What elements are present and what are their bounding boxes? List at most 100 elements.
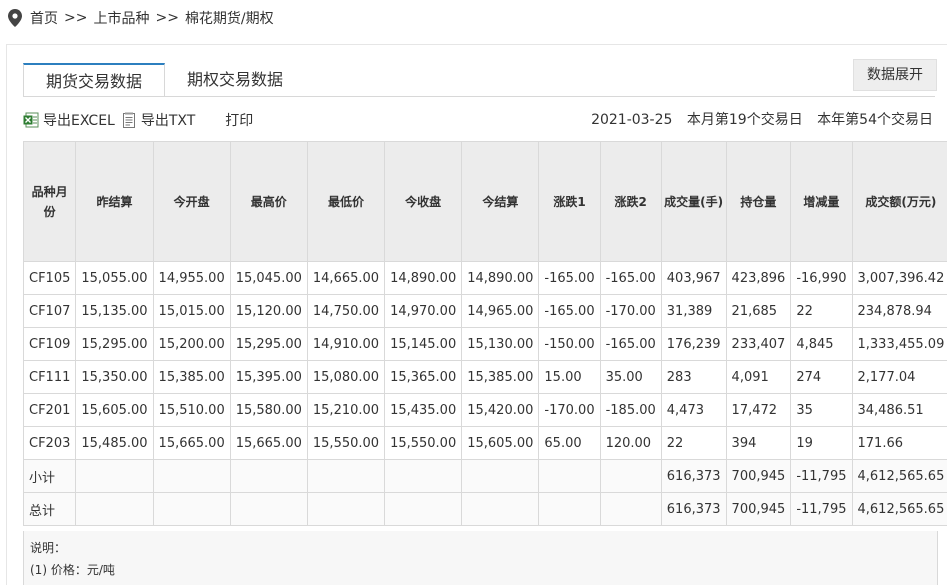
table-cell: 14,750.00 bbox=[306, 294, 386, 328]
export-excel-label: 导出EXCEL bbox=[43, 113, 115, 129]
table-cell: 21,685 bbox=[725, 294, 792, 328]
table-row: CF111 15,350.00 15,385.00 15,395.00 15,080.0… bbox=[22, 360, 947, 394]
column-header-label: 增减量 bbox=[803, 194, 840, 209]
column-header-label: 持仓量 bbox=[740, 194, 777, 209]
table-body: CF105 15,055.00 14,955.00 15,045.00 14,665.0… bbox=[22, 261, 947, 526]
table-cell bbox=[152, 492, 231, 526]
breadcrumb: 首页 >> 上市品种 >> 棉花期货/期权 bbox=[8, 8, 274, 28]
table-cell: 403,967 bbox=[660, 261, 727, 295]
year-trading-day: 本年第54个交易日 bbox=[817, 112, 933, 128]
table-cell: 15,080.00 bbox=[306, 360, 386, 394]
table-cell: 234,878.94 bbox=[851, 294, 947, 328]
expand-data-button[interactable]: 数据展开 bbox=[853, 59, 937, 91]
table-cell: 394 bbox=[725, 426, 792, 460]
table-cell: -165.00 bbox=[538, 294, 601, 328]
table-cell: 15,605.00 bbox=[75, 393, 154, 427]
table-cell: 15,665.00 bbox=[152, 426, 231, 460]
excel-icon bbox=[23, 112, 39, 128]
table-cell: 15,210.00 bbox=[306, 393, 386, 427]
trading-date: 2021-03-25 bbox=[591, 112, 673, 128]
table-cell bbox=[599, 459, 662, 493]
tab-options-data[interactable]: 期权交易数据 bbox=[165, 63, 305, 97]
table-cell: -165.00 bbox=[599, 327, 662, 361]
table-cell: 总计 bbox=[22, 492, 77, 526]
table-cell: 15,550.00 bbox=[384, 426, 463, 460]
column-header-label: 昨结算 bbox=[96, 194, 133, 209]
table-cell: 14,890.00 bbox=[384, 261, 463, 295]
column-header: 最低价 bbox=[306, 141, 386, 262]
summary-row: 总计 616,373 700,945 -11,795 4,612,565.65 bbox=[22, 492, 947, 526]
table-cell: 2,177.04 bbox=[851, 360, 947, 394]
column-header-label: 最低价 bbox=[327, 194, 364, 209]
table-cell: -170.00 bbox=[599, 294, 662, 328]
table-row: CF107 15,135.00 15,015.00 15,120.00 14,750.0… bbox=[22, 294, 947, 328]
table-cell: 15,665.00 bbox=[229, 426, 308, 460]
table-cell: 22 bbox=[660, 426, 727, 460]
table-cell bbox=[599, 492, 662, 526]
table-cell bbox=[461, 492, 540, 526]
table-cell: 616,373 bbox=[660, 459, 727, 493]
export-txt-button[interactable]: 导出TXT bbox=[121, 110, 195, 130]
breadcrumb-cotton[interactable]: 棉花期货/期权 bbox=[185, 8, 274, 28]
table-cell bbox=[229, 492, 308, 526]
table-cell bbox=[384, 459, 463, 493]
table-cell: 15.00 bbox=[538, 360, 601, 394]
table-row: CF105 15,055.00 14,955.00 15,045.00 14,665.0… bbox=[22, 261, 947, 295]
table-cell: 4,612,565.65 bbox=[851, 459, 947, 493]
table-cell: -150.00 bbox=[538, 327, 601, 361]
tab-futures-data[interactable]: 期货交易数据 bbox=[23, 63, 166, 97]
table-cell: 15,295.00 bbox=[75, 327, 154, 361]
table-cell bbox=[306, 492, 386, 526]
table-cell: CF201 bbox=[22, 393, 77, 427]
column-header-label: 涨跌2 bbox=[614, 194, 647, 209]
column-header-label: 成交量(手) bbox=[664, 194, 724, 209]
notes-line: (1) 价格：元/吨 bbox=[30, 563, 115, 577]
table-cell: -11,795 bbox=[790, 459, 853, 493]
table-cell: 15,385.00 bbox=[152, 360, 231, 394]
export-txt-label: 导出TXT bbox=[140, 113, 196, 129]
export-excel-button[interactable]: 导出EXCEL bbox=[23, 110, 115, 130]
table-cell: 15,120.00 bbox=[229, 294, 308, 328]
txt-icon bbox=[122, 112, 135, 128]
table-cell: CF111 bbox=[22, 360, 77, 394]
table-cell: 1,333,455.09 bbox=[851, 327, 947, 361]
table-cell bbox=[461, 459, 540, 493]
print-button[interactable]: 打印 bbox=[225, 110, 253, 130]
table-cell: 616,373 bbox=[660, 492, 727, 526]
table-cell bbox=[75, 459, 154, 493]
table-cell: 15,395.00 bbox=[229, 360, 308, 394]
table-cell: 15,485.00 bbox=[75, 426, 154, 460]
location-pin-icon bbox=[8, 9, 22, 27]
table-cell: 14,965.00 bbox=[461, 294, 540, 328]
table-cell: 小计 bbox=[22, 459, 77, 493]
table-cell: 4,091 bbox=[725, 360, 792, 394]
table-row: CF201 15,605.00 15,510.00 15,580.00 15,210.0… bbox=[22, 393, 947, 427]
table-cell: 120.00 bbox=[599, 426, 662, 460]
table-cell: 15,350.00 bbox=[75, 360, 154, 394]
table-cell: -170.00 bbox=[538, 393, 601, 427]
table-cell: 14,970.00 bbox=[384, 294, 463, 328]
table-header-row: 品种月份 昨结算 今开盘 最高价 最低价 今收盘 今结算 涨跌1 涨跌2 成交量(手) 持仓量 增减量… bbox=[22, 141, 947, 262]
table-cell: 15,510.00 bbox=[152, 393, 231, 427]
table-cell: CF203 bbox=[22, 426, 77, 460]
table-cell: 283 bbox=[660, 360, 727, 394]
table-cell: 15,385.00 bbox=[461, 360, 540, 394]
table-cell: 15,200.00 bbox=[152, 327, 231, 361]
table-cell: 233,407 bbox=[725, 327, 792, 361]
table-cell: 34,486.51 bbox=[851, 393, 947, 427]
breadcrumb-separator: >> bbox=[155, 10, 179, 26]
table-row: CF203 15,485.00 15,665.00 15,665.00 15,550.0… bbox=[22, 426, 947, 460]
table-cell: 22 bbox=[790, 294, 853, 328]
table-cell: 4,612,565.65 bbox=[851, 492, 947, 526]
breadcrumb-home[interactable]: 首页 bbox=[30, 8, 58, 28]
table-cell: 14,955.00 bbox=[152, 261, 231, 295]
table-cell: 423,896 bbox=[725, 261, 792, 295]
table-cell bbox=[306, 459, 386, 493]
breadcrumb-listed-products[interactable]: 上市品种 bbox=[93, 8, 149, 28]
table-cell: -165.00 bbox=[599, 261, 662, 295]
table-cell: 15,295.00 bbox=[229, 327, 308, 361]
table-cell: 15,580.00 bbox=[229, 393, 308, 427]
column-header: 最高价 bbox=[229, 141, 308, 262]
table-cell: 15,435.00 bbox=[384, 393, 463, 427]
column-header: 涨跌1 bbox=[538, 141, 601, 262]
